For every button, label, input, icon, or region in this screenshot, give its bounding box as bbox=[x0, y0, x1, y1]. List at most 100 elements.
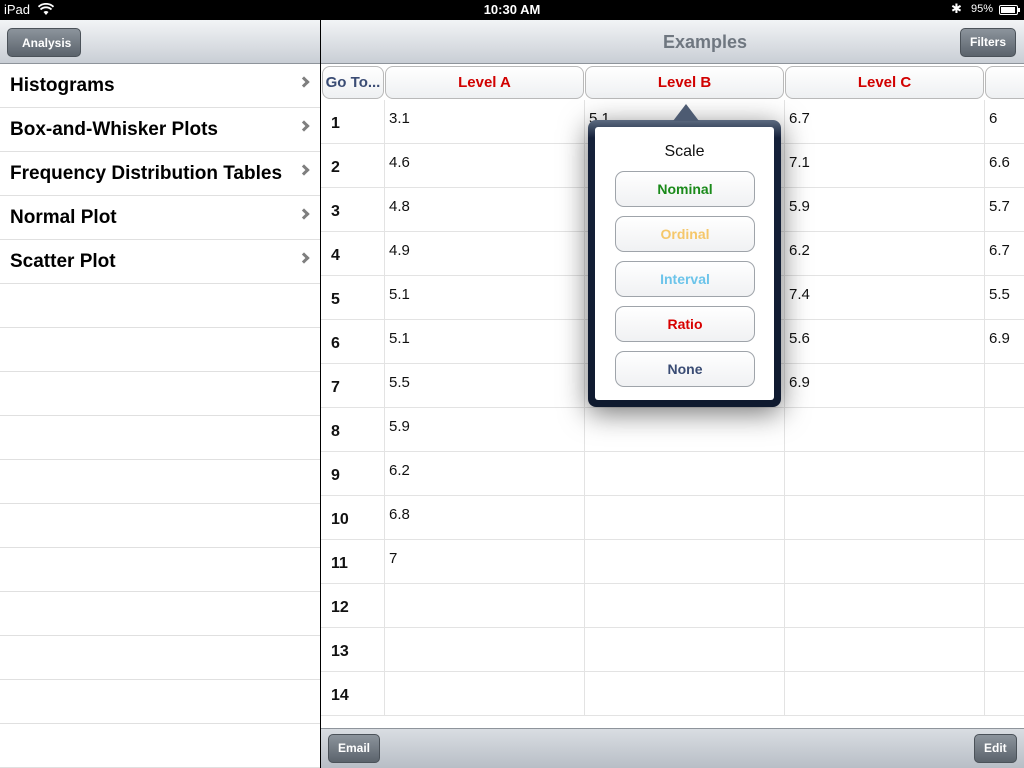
scale-option-ratio[interactable]: Ratio bbox=[615, 306, 755, 342]
cell-next-column[interactable] bbox=[985, 496, 1024, 540]
cell-level-a[interactable]: 5.9 bbox=[385, 408, 585, 452]
cell-next-column[interactable]: 6.9 bbox=[985, 320, 1024, 364]
battery-fill bbox=[1001, 7, 1016, 13]
analysis-item[interactable]: Box-and-Whisker Plots bbox=[0, 108, 320, 152]
scale-option-none[interactable]: None bbox=[615, 351, 755, 387]
cell-next-column[interactable]: 5.7 bbox=[985, 188, 1024, 232]
cell-level-a[interactable]: 5.5 bbox=[385, 364, 585, 408]
cell-next-column[interactable]: 6.6 bbox=[985, 144, 1024, 188]
cell-level-a[interactable]: 4.8 bbox=[385, 188, 585, 232]
email-button[interactable]: Email bbox=[328, 734, 381, 763]
cell-level-b[interactable] bbox=[585, 496, 785, 540]
table-row: 13 bbox=[321, 628, 1024, 672]
cell-level-a[interactable] bbox=[385, 584, 585, 628]
column-header-level-b[interactable]: Level B bbox=[585, 66, 784, 99]
analysis-item[interactable]: Scatter Plot bbox=[0, 240, 320, 284]
cell-level-a[interactable]: 6.8 bbox=[385, 496, 585, 540]
row-number: 13 bbox=[321, 628, 385, 672]
cell-level-c[interactable]: 6.9 bbox=[785, 364, 985, 408]
cell-level-c[interactable] bbox=[785, 408, 985, 452]
cell-next-column[interactable] bbox=[985, 672, 1024, 716]
cell-next-column[interactable]: 5.5 bbox=[985, 276, 1024, 320]
chevron-right-icon bbox=[298, 252, 310, 264]
row-number: 7 bbox=[321, 364, 385, 408]
bottom-toolbar: Email Edit bbox=[321, 728, 1024, 768]
empty-list-row bbox=[0, 460, 320, 504]
cell-level-a[interactable] bbox=[385, 628, 585, 672]
column-header-level-a[interactable]: Level A bbox=[385, 66, 584, 99]
empty-list-row bbox=[0, 416, 320, 460]
row-number: 12 bbox=[321, 584, 385, 628]
cell-next-column[interactable]: 6 bbox=[985, 100, 1024, 144]
cell-next-column[interactable] bbox=[985, 452, 1024, 496]
goto-button[interactable]: Go To... bbox=[322, 66, 384, 99]
analysis-item-label: Box-and-Whisker Plots bbox=[10, 118, 218, 140]
cell-level-c[interactable]: 7.1 bbox=[785, 144, 985, 188]
chevron-right-icon bbox=[298, 208, 310, 220]
cell-level-c[interactable]: 7.4 bbox=[785, 276, 985, 320]
empty-list-row bbox=[0, 504, 320, 548]
scale-option-nominal[interactable]: Nominal bbox=[615, 171, 755, 207]
chevron-right-icon bbox=[298, 76, 310, 88]
cell-level-b[interactable] bbox=[585, 540, 785, 584]
popover-content: Scale Nominal Ordinal Interval Ratio None bbox=[595, 127, 774, 400]
detail-nav-bar: Examples Filters bbox=[321, 20, 1024, 64]
row-number: 2 bbox=[321, 144, 385, 188]
cell-level-c[interactable] bbox=[785, 584, 985, 628]
cell-level-a[interactable]: 6.2 bbox=[385, 452, 585, 496]
cell-level-a[interactable] bbox=[385, 672, 585, 716]
cell-level-b[interactable] bbox=[585, 452, 785, 496]
battery-percent: 95% bbox=[971, 3, 994, 15]
cell-level-c[interactable]: 5.6 bbox=[785, 320, 985, 364]
cell-level-c[interactable] bbox=[785, 540, 985, 584]
cell-level-b[interactable] bbox=[585, 584, 785, 628]
analysis-item[interactable]: Normal Plot bbox=[0, 196, 320, 240]
cell-level-c[interactable]: 5.9 bbox=[785, 188, 985, 232]
cell-level-c[interactable] bbox=[785, 628, 985, 672]
row-number: 11 bbox=[321, 540, 385, 584]
cell-level-c[interactable]: 6.7 bbox=[785, 100, 985, 144]
scale-option-ordinal[interactable]: Ordinal bbox=[615, 216, 755, 252]
column-header-next[interactable] bbox=[985, 66, 1024, 99]
cell-next-column[interactable] bbox=[985, 364, 1024, 408]
chevron-right-icon bbox=[298, 120, 310, 132]
table-row: 10 6.8 bbox=[321, 496, 1024, 540]
table-header: Go To... Level A Level B Level C bbox=[321, 64, 1024, 100]
cell-level-a[interactable]: 4.6 bbox=[385, 144, 585, 188]
analysis-back-button[interactable]: Analysis bbox=[7, 28, 82, 57]
cell-level-b[interactable] bbox=[585, 672, 785, 716]
cell-next-column[interactable] bbox=[985, 540, 1024, 584]
cell-level-a[interactable]: 7 bbox=[385, 540, 585, 584]
empty-list-row bbox=[0, 328, 320, 372]
edit-button[interactable]: Edit bbox=[974, 734, 1017, 763]
cell-level-c[interactable] bbox=[785, 496, 985, 540]
analysis-item-label: Histograms bbox=[10, 74, 115, 96]
row-number: 1 bbox=[321, 100, 385, 144]
cell-level-b[interactable] bbox=[585, 628, 785, 672]
master-nav-bar: Analysis bbox=[0, 20, 320, 64]
cell-level-b[interactable] bbox=[585, 408, 785, 452]
cell-next-column[interactable]: 6.7 bbox=[985, 232, 1024, 276]
cell-level-a[interactable]: 4.9 bbox=[385, 232, 585, 276]
cell-level-c[interactable] bbox=[785, 672, 985, 716]
cell-level-a[interactable]: 5.1 bbox=[385, 276, 585, 320]
empty-list-row bbox=[0, 592, 320, 636]
scale-option-interval[interactable]: Interval bbox=[615, 261, 755, 297]
filters-button[interactable]: Filters bbox=[960, 28, 1017, 57]
row-number: 4 bbox=[321, 232, 385, 276]
cell-level-c[interactable]: 6.2 bbox=[785, 232, 985, 276]
analysis-item[interactable]: Histograms bbox=[0, 64, 320, 108]
analysis-item[interactable]: Frequency Distribution Tables bbox=[0, 152, 320, 196]
scale-popover: Scale Nominal Ordinal Interval Ratio None bbox=[588, 104, 781, 407]
cell-level-a[interactable]: 5.1 bbox=[385, 320, 585, 364]
cell-next-column[interactable] bbox=[985, 408, 1024, 452]
row-number: 10 bbox=[321, 496, 385, 540]
cell-level-a[interactable]: 3.1 bbox=[385, 100, 585, 144]
table-row: 14 bbox=[321, 672, 1024, 716]
cell-next-column[interactable] bbox=[985, 584, 1024, 628]
column-header-level-c[interactable]: Level C bbox=[785, 66, 984, 99]
cell-level-c[interactable] bbox=[785, 452, 985, 496]
row-number: 8 bbox=[321, 408, 385, 452]
empty-list-row bbox=[0, 548, 320, 592]
cell-next-column[interactable] bbox=[985, 628, 1024, 672]
